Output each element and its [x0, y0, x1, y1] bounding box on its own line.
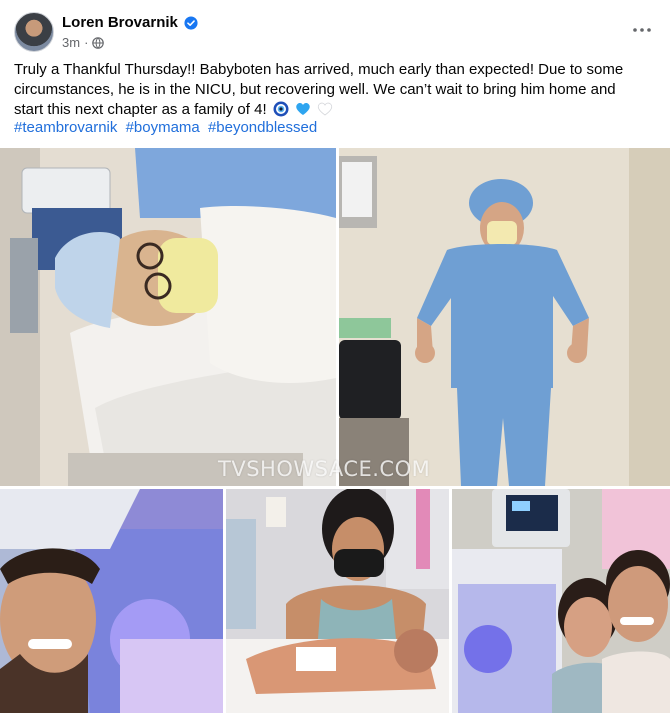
more-options-icon[interactable] — [630, 18, 654, 42]
hashtag-beyondblessed[interactable]: #beyondblessed — [208, 119, 317, 136]
nazar-amulet-emoji — [273, 101, 289, 117]
hospital-bed-photo[interactable] — [0, 148, 336, 486]
hashtag-list: #teambrovarnik #boymama #beyondblessed — [14, 118, 321, 138]
post-header: Loren Brovarnik 3m · — [0, 0, 670, 60]
post-meta: 3m · — [62, 35, 105, 50]
watermark-text: TVSHOWSACE.COM — [218, 457, 431, 481]
incubator-selfie-photo[interactable] — [0, 489, 223, 713]
mother-holding-baby-photo[interactable] — [226, 489, 449, 713]
hashtag-boymama[interactable]: #boymama — [126, 119, 200, 136]
verified-badge-icon — [184, 15, 198, 30]
author-avatar[interactable] — [14, 12, 54, 52]
meta-separator: · — [84, 35, 89, 50]
scrubs-photo[interactable] — [339, 148, 670, 486]
blue-heart-emoji — [296, 103, 310, 115]
globe-icon — [92, 36, 105, 49]
post-text: Truly a Thankful Thursday!! Babyboten ha… — [14, 60, 634, 120]
post-timestamp[interactable]: 3m — [62, 35, 80, 50]
author-name[interactable]: Loren Brovarnik — [62, 14, 178, 31]
white-heart-emoji — [318, 102, 333, 116]
hashtag-teambrovarnik[interactable]: #teambrovarnik — [14, 119, 117, 136]
author-row: Loren Brovarnik — [62, 14, 198, 31]
couple-selfie-photo[interactable] — [452, 489, 670, 713]
